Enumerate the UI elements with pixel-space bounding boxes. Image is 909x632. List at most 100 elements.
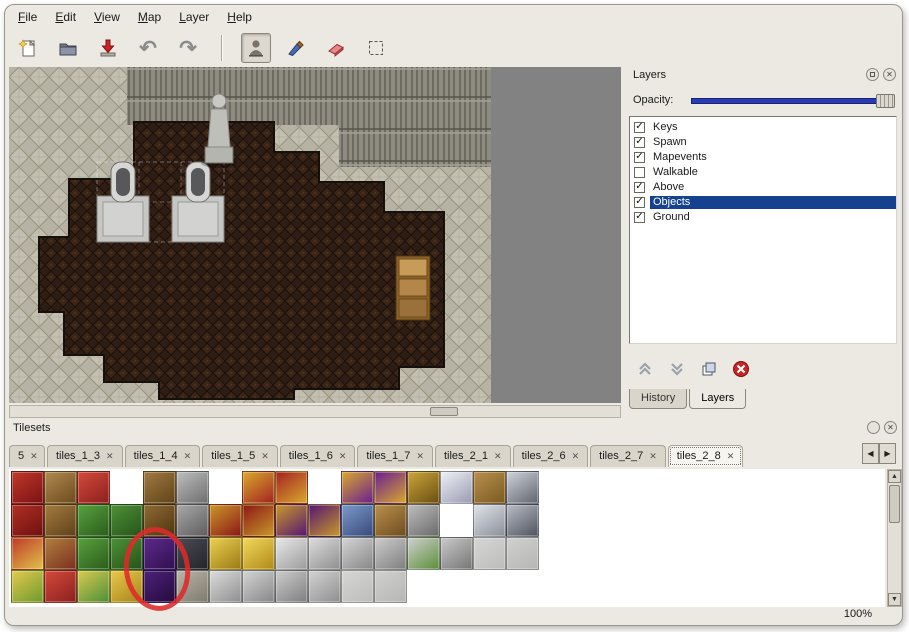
tileset-tile-stone-tile-4[interactable]	[374, 570, 407, 603]
tileset-tile-frame-art[interactable]	[341, 504, 374, 537]
delete-layer-button[interactable]	[731, 359, 751, 379]
layer-row[interactable]: Ground	[630, 210, 896, 225]
tileset-tile-angel-statue-1[interactable]	[308, 537, 341, 570]
tileset-tile-cabinet-purple[interactable]	[143, 537, 176, 570]
tileset-tile-cabinet-gray[interactable]	[176, 471, 209, 504]
menu-item[interactable]: Layer	[170, 7, 218, 27]
scroll-up-icon[interactable]: ▲	[888, 470, 901, 483]
tileset-tile-stone-tile-2[interactable]	[506, 537, 539, 570]
tileset-tile-plant-1[interactable]	[77, 504, 110, 537]
layer-visibility-checkbox[interactable]	[634, 152, 645, 163]
menu-item[interactable]: Map	[129, 7, 170, 27]
raise-layer-button[interactable]	[635, 359, 655, 379]
float-panel-icon[interactable]	[866, 68, 879, 81]
layer-visibility-checkbox[interactable]	[634, 212, 645, 223]
tileset-tile-throne-purple-left[interactable]	[341, 471, 374, 504]
tab-close-icon[interactable]: ✕	[106, 451, 114, 462]
tileset-tile-obelisk-gray[interactable]	[407, 504, 440, 537]
tileset-tile-frame-white[interactable]	[440, 471, 473, 504]
tileset-tile-gold-pile[interactable]	[242, 537, 275, 570]
tileset-tile-empty[interactable]	[209, 471, 242, 504]
tileset-tile-cabinet-dark[interactable]	[176, 537, 209, 570]
tileset-tile-throne-purple-right-2[interactable]	[308, 504, 341, 537]
tileset-tile-tombstone[interactable]	[440, 537, 473, 570]
layer-row[interactable]: Spawn	[630, 135, 896, 150]
tab-close-icon[interactable]: ✕	[727, 451, 735, 462]
tileset-tile-angel-statue-3[interactable]	[374, 537, 407, 570]
tileset-tab[interactable]: tiles_1_3 ✕	[47, 445, 123, 467]
menu-item[interactable]: File	[9, 7, 46, 27]
tileset-tile-cabinet-purple-2[interactable]	[143, 570, 176, 603]
tileset-tab[interactable]: tiles_1_7 ✕	[357, 445, 433, 467]
map-hscrollbar[interactable]	[9, 405, 621, 418]
layer-visibility-checkbox[interactable]	[634, 167, 645, 178]
tileset-tile-cabinet-brown-2[interactable]	[143, 504, 176, 537]
tileset-vscrollbar-thumb[interactable]	[889, 485, 900, 523]
tileset-tile-book-shelf[interactable]	[44, 537, 77, 570]
open-map-button[interactable]	[53, 33, 83, 63]
duplicate-layer-button[interactable]	[699, 359, 719, 379]
layer-row[interactable]: Objects	[630, 195, 896, 210]
tileset-tile-stone-tile-3[interactable]	[341, 570, 374, 603]
tileset-tile-throne-red-right[interactable]	[275, 471, 308, 504]
tileset-tile-banner-emblem[interactable]	[11, 537, 44, 570]
layer-visibility-checkbox[interactable]	[634, 197, 645, 208]
tileset-tab[interactable]: tiles_2_8 ✕	[668, 445, 744, 467]
tileset-tile-throne-purple-right[interactable]	[374, 471, 407, 504]
panel-tab[interactable]: Layers	[689, 389, 746, 409]
scroll-tabs-left-icon[interactable]: ◀	[862, 443, 879, 464]
map-canvas[interactable]	[9, 67, 621, 403]
tileset-tile-cabinet-brown[interactable]	[143, 471, 176, 504]
tileset-tile-angel-statue-6[interactable]	[275, 570, 308, 603]
tab-close-icon[interactable]: ✕	[416, 451, 424, 462]
fill-tool-button[interactable]	[281, 33, 311, 63]
tileset-tile-empty[interactable]	[440, 570, 473, 603]
stamp-tool-button[interactable]	[241, 33, 271, 63]
layer-row[interactable]: Above	[630, 180, 896, 195]
tileset-tile-rock-gray[interactable]	[176, 570, 209, 603]
tileset-tile-plant-2[interactable]	[110, 504, 143, 537]
tileset-tile-angel-statue-2[interactable]	[341, 537, 374, 570]
tileset-tile-angel-statue-4[interactable]	[209, 570, 242, 603]
tileset-tile-loom-wood[interactable]	[44, 471, 77, 504]
tileset-tile-empty[interactable]	[407, 570, 440, 603]
layer-row[interactable]: Keys	[630, 120, 896, 135]
map-hscrollbar-thumb[interactable]	[430, 407, 458, 416]
tileset-tab[interactable]: tiles_1_6 ✕	[280, 445, 356, 467]
tileset-tile-plant-4[interactable]	[110, 537, 143, 570]
tileset-tile-pillar-base[interactable]	[308, 570, 341, 603]
tileset-tab[interactable]: tiles_2_7 ✕	[590, 445, 666, 467]
tileset-tile-banner-red[interactable]	[11, 471, 44, 504]
tileset-tab[interactable]: tiles_1_5 ✕	[202, 445, 278, 467]
tileset-tile-throne-red-left[interactable]	[242, 471, 275, 504]
layer-visibility-checkbox[interactable]	[634, 137, 645, 148]
select-tool-button[interactable]	[361, 33, 391, 63]
close-panel-icon[interactable]: ✕	[884, 421, 897, 434]
layer-visibility-checkbox[interactable]	[634, 122, 645, 133]
panel-tab[interactable]: History	[629, 389, 687, 409]
tileset-tile-loom-wood-2[interactable]	[44, 504, 77, 537]
tileset-tile-stone-tile-1[interactable]	[473, 537, 506, 570]
tileset-tab[interactable]: tiles_2_1 ✕	[435, 445, 511, 467]
tileset-tile-throne-red-left-2[interactable]	[209, 504, 242, 537]
tileset-tile-plant-3[interactable]	[77, 537, 110, 570]
tileset-tile-plant-banana[interactable]	[77, 570, 110, 603]
menu-item[interactable]: Help	[218, 7, 261, 27]
tileset-tile-pot-red-2[interactable]	[44, 570, 77, 603]
tileset-tile-empty[interactable]	[308, 471, 341, 504]
tileset-tile-empty[interactable]	[440, 504, 473, 537]
tileset-tile-banner-red-2[interactable]	[11, 504, 44, 537]
tileset-tile-empty[interactable]	[473, 570, 506, 603]
tileset-vscrollbar[interactable]: ▲ ▼	[887, 469, 902, 607]
tab-close-icon[interactable]: ✕	[184, 451, 192, 462]
float-panel-icon[interactable]	[867, 421, 880, 434]
eraser-tool-button[interactable]	[321, 33, 351, 63]
tileset-tile-pot-red[interactable]	[77, 471, 110, 504]
close-panel-icon[interactable]: ✕	[883, 68, 896, 81]
tileset-tile-armor-knight[interactable]	[506, 471, 539, 504]
tab-close-icon[interactable]: ✕	[30, 451, 38, 462]
tileset-tile-angel-statue-5[interactable]	[242, 570, 275, 603]
tileset-tab[interactable]: tiles_1_4 ✕	[125, 445, 201, 467]
tileset-tile-throne-purple-left-2[interactable]	[275, 504, 308, 537]
layer-visibility-checkbox[interactable]	[634, 182, 645, 193]
